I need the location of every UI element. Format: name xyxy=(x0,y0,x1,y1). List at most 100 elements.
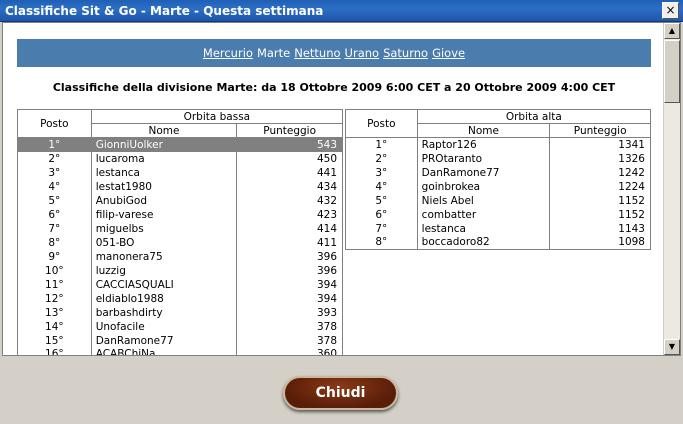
player-name-cell: lestanca xyxy=(416,221,550,236)
score-cell: 434 xyxy=(236,179,343,194)
score-cell: 394 xyxy=(236,291,343,306)
score-cell: 1224 xyxy=(549,179,651,194)
footer-bar: Chiudi xyxy=(0,357,683,424)
nav-urano[interactable]: Urano xyxy=(345,46,380,60)
rank-cell: 3° xyxy=(345,165,418,180)
score-cell: 414 xyxy=(236,221,343,236)
score-cell: 411 xyxy=(236,235,343,250)
table-row[interactable]: 8° 051-BO 411 xyxy=(17,235,343,250)
rank-cell: 14° xyxy=(17,319,92,334)
table-row[interactable]: 4° goinbrokea 1224 xyxy=(345,179,651,194)
score-cell: 1143 xyxy=(549,221,651,236)
table-row[interactable]: 15° DanRamone77 378 xyxy=(17,333,343,348)
col-punteggio-header: Punteggio xyxy=(549,123,651,138)
table-row[interactable]: 6° filip-varese 423 xyxy=(17,207,343,222)
player-name-cell: manonera75 xyxy=(90,249,237,264)
table-row[interactable]: 14° Unofacile 378 xyxy=(17,319,343,334)
player-name-cell: ACABChiNa xyxy=(90,347,237,355)
player-name-cell: combatter xyxy=(416,207,550,222)
table-row[interactable]: 3° DanRamone77 1242 xyxy=(345,165,651,180)
table-row[interactable]: 7° miguelbs 414 xyxy=(17,221,343,236)
table-row[interactable]: 5° AnubiGod 432 xyxy=(17,193,343,208)
player-name-cell: CACCIASQUALI xyxy=(90,277,237,292)
player-name-cell: PROtaranto xyxy=(416,151,550,166)
rank-cell: 8° xyxy=(17,235,92,250)
nav-mercurio[interactable]: Mercurio xyxy=(203,46,253,60)
scroll-down-icon[interactable]: ▼ xyxy=(664,339,680,355)
player-name-cell: lestat1980 xyxy=(90,179,237,194)
rank-cell: 12° xyxy=(17,291,92,306)
player-name-cell: Raptor126 xyxy=(416,137,550,152)
right-table-body: 1° Raptor126 1341 2° PROtaranto 1326 3° DanRamo… xyxy=(345,137,651,250)
score-cell: 378 xyxy=(236,333,343,348)
scroll-up-icon[interactable]: ▲ xyxy=(664,23,680,39)
table-row[interactable]: 7° lestanca 1143 xyxy=(345,221,651,236)
rank-cell: 10° xyxy=(17,263,92,278)
table-row[interactable]: 3° lestanca 441 xyxy=(17,165,343,180)
window-titlebar: Classifiche Sit & Go - Marte - Questa se… xyxy=(0,0,683,22)
close-button[interactable]: Chiudi xyxy=(283,376,398,410)
player-name-cell: eldiablo1988 xyxy=(90,291,237,306)
rank-cell: 8° xyxy=(345,235,418,250)
table-row[interactable]: 9° manonera75 396 xyxy=(17,249,343,264)
nav-nettuno[interactable]: Nettuno xyxy=(294,46,340,60)
table-row[interactable]: 4° lestat1980 434 xyxy=(17,179,343,194)
score-cell: 1152 xyxy=(549,193,651,208)
table-row[interactable]: 16° ACABChiNa 360 xyxy=(17,347,343,355)
left-table-body: 1° GionniUolker 543 2° lucaroma 450 3° lestanca… xyxy=(17,137,343,355)
col-nome-header: Nome xyxy=(416,123,550,138)
score-cell: 432 xyxy=(236,193,343,208)
score-cell: 1326 xyxy=(549,151,651,166)
table-row[interactable]: 8° boccadoro82 1098 xyxy=(345,235,651,250)
col-posto-header: Posto xyxy=(345,109,418,138)
close-icon[interactable]: × xyxy=(662,2,679,19)
table-row[interactable]: 12° eldiablo1988 394 xyxy=(17,291,343,306)
score-cell: 543 xyxy=(236,137,343,152)
score-cell: 1152 xyxy=(549,207,651,222)
rank-cell: 2° xyxy=(345,151,418,166)
table-row[interactable]: 11° CACCIASQUALI 394 xyxy=(17,277,343,292)
rank-cell: 13° xyxy=(17,305,92,320)
table-row[interactable]: 2° lucaroma 450 xyxy=(17,151,343,166)
group-header: Orbita alta xyxy=(416,109,651,124)
score-cell: 441 xyxy=(236,165,343,180)
table-row[interactable]: 13° barbashdirty 393 xyxy=(17,305,343,320)
rank-cell: 6° xyxy=(17,207,92,222)
rank-cell: 7° xyxy=(345,221,418,236)
player-name-cell: Niels Abel xyxy=(416,193,550,208)
table-row[interactable]: 2° PROtaranto 1326 xyxy=(345,151,651,166)
table-row[interactable]: 1° Raptor126 1341 xyxy=(345,137,651,152)
col-nome-header: Nome xyxy=(90,123,237,138)
player-name-cell: lestanca xyxy=(90,165,237,180)
table-row[interactable]: 10° luzzig 396 xyxy=(17,263,343,278)
rank-cell: 2° xyxy=(17,151,92,166)
right-ranking-table: Posto Orbita alta Nome Punteggio 1° Rapto… xyxy=(345,109,651,250)
table-row[interactable]: 5° Niels Abel 1152 xyxy=(345,193,651,208)
nav-saturno[interactable]: Saturno xyxy=(383,46,428,60)
content-pane: Mercurio Marte Nettuno Urano Saturno Gio… xyxy=(2,22,681,356)
rank-cell: 6° xyxy=(345,207,418,222)
player-name-cell: barbashdirty xyxy=(90,305,237,320)
nav-giove[interactable]: Giove xyxy=(432,46,465,60)
nav-marte: Marte xyxy=(256,46,291,60)
vertical-scrollbar[interactable]: ▲ ▼ xyxy=(663,23,680,355)
player-name-cell: luzzig xyxy=(90,263,237,278)
table-row[interactable]: 6° combatter 1152 xyxy=(345,207,651,222)
score-cell: 394 xyxy=(236,277,343,292)
score-cell: 450 xyxy=(236,151,343,166)
score-cell: 378 xyxy=(236,319,343,334)
group-header: Orbita bassa xyxy=(90,109,343,124)
col-posto-header: Posto xyxy=(17,109,92,138)
rank-cell: 9° xyxy=(17,249,92,264)
rank-cell: 15° xyxy=(17,333,92,348)
rank-cell: 1° xyxy=(345,137,418,152)
table-row[interactable]: 1° GionniUolker 543 xyxy=(17,137,343,152)
scroll-thumb[interactable] xyxy=(664,40,680,103)
player-name-cell: filip-varese xyxy=(90,207,237,222)
rank-cell: 5° xyxy=(345,193,418,208)
score-cell: 1341 xyxy=(549,137,651,152)
page-subtitle: Classifiche della divisione Marte: da 18… xyxy=(52,81,616,94)
player-name-cell: lucaroma xyxy=(90,151,237,166)
rank-cell: 11° xyxy=(17,277,92,292)
left-ranking-table: Posto Orbita bassa Nome Punteggio 1° Gion… xyxy=(17,109,343,355)
